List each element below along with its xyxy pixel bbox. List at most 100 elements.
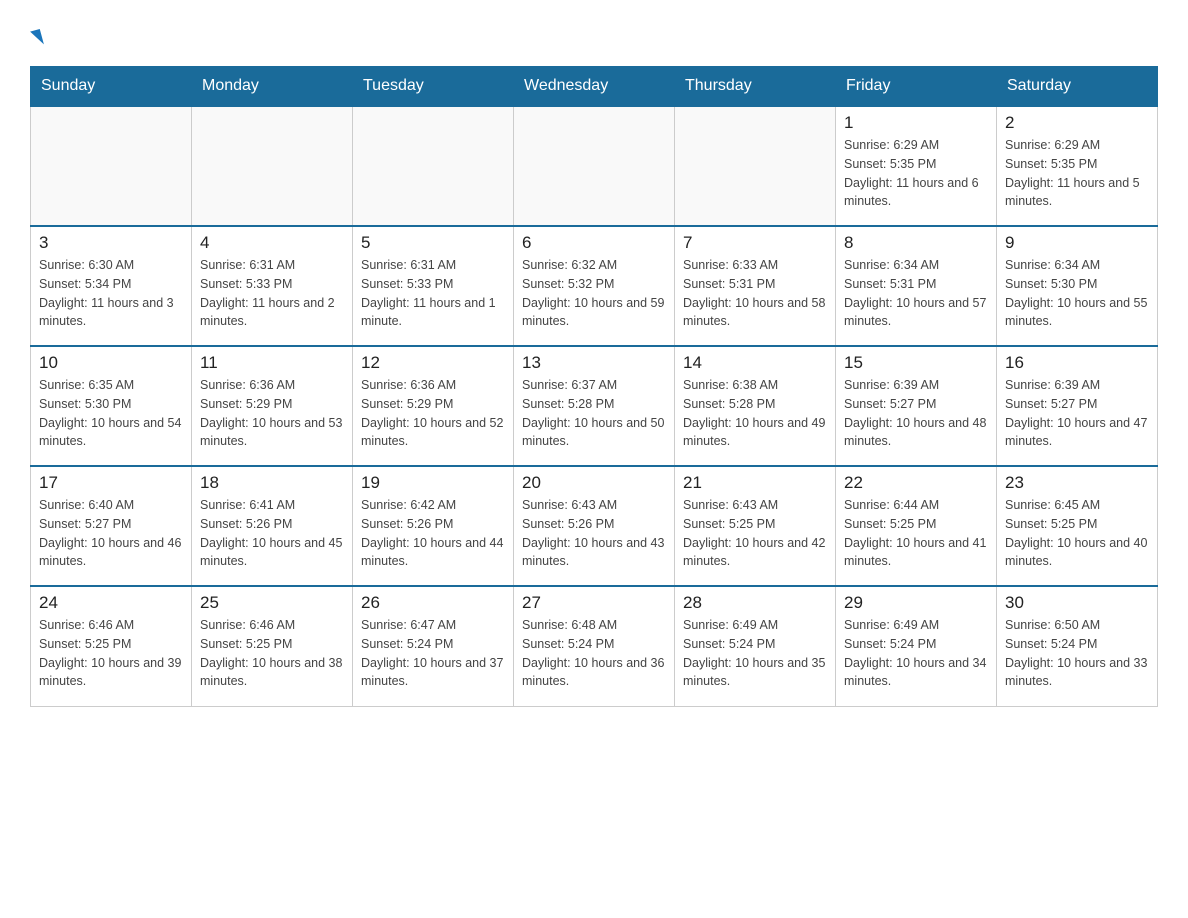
calendar-cell: 21 Sunrise: 6:43 AMSunset: 5:25 PMDayligh…: [675, 466, 836, 586]
calendar-week-row: 3Sunrise: 6:30 AMSunset: 5:34 PMDaylight…: [31, 226, 1158, 346]
day-number: 16: [1005, 353, 1149, 373]
day-number: 11: [200, 353, 344, 373]
day-number: 12: [361, 353, 505, 373]
day-number: 25: [200, 593, 344, 613]
day-number: 22: [844, 473, 988, 493]
calendar-cell: 22Sunrise: 6:44 AMSunset: 5:25 PMDayligh…: [836, 466, 997, 586]
day-number: 26: [361, 593, 505, 613]
calendar-cell: 12 Sunrise: 6:36 AMSunset: 5:29 PMDayligh…: [353, 346, 514, 466]
day-number: 30: [1005, 593, 1149, 613]
day-number: 18: [200, 473, 344, 493]
day-number: 5: [361, 233, 505, 253]
cell-info: Sunrise: 6:39 AMSunset: 5:27 PMDaylight:…: [1005, 376, 1149, 451]
cell-info: Sunrise: 6:32 AMSunset: 5:32 PMDaylight:…: [522, 256, 666, 331]
calendar-cell: 19 Sunrise: 6:42 AMSunset: 5:26 PMDayligh…: [353, 466, 514, 586]
cell-info: Sunrise: 6:38 AMSunset: 5:28 PMDaylight:…: [683, 376, 827, 451]
cell-info: Sunrise: 6:34 AMSunset: 5:31 PMDaylight:…: [844, 256, 988, 331]
day-number: 28: [683, 593, 827, 613]
day-number: 1: [844, 113, 988, 133]
day-number: 20: [522, 473, 666, 493]
calendar-week-row: 10 Sunrise: 6:35 AMSunset: 5:30 PMDayligh…: [31, 346, 1158, 466]
cell-info: Sunrise: 6:49 AMSunset: 5:24 PMDaylight:…: [683, 616, 827, 691]
calendar-cell: 6 Sunrise: 6:32 AMSunset: 5:32 PMDaylight…: [514, 226, 675, 346]
cell-info: Sunrise: 6:35 AMSunset: 5:30 PMDaylight:…: [39, 376, 183, 451]
day-number: 3: [39, 233, 183, 253]
cell-info: Sunrise: 6:39 AMSunset: 5:27 PMDaylight:…: [844, 376, 988, 451]
cell-info: Sunrise: 6:46 AMSunset: 5:25 PMDaylight:…: [39, 616, 183, 691]
day-number: 7: [683, 233, 827, 253]
day-number: 29: [844, 593, 988, 613]
day-number: 4: [200, 233, 344, 253]
day-number: 9: [1005, 233, 1149, 253]
calendar-cell: 14 Sunrise: 6:38 AMSunset: 5:28 PMDayligh…: [675, 346, 836, 466]
calendar-week-row: 1 Sunrise: 6:29 AMSunset: 5:35 PMDaylight…: [31, 106, 1158, 226]
cell-info: Sunrise: 6:36 AMSunset: 5:29 PMDaylight:…: [200, 376, 344, 451]
cell-info: Sunrise: 6:36 AMSunset: 5:29 PMDaylight:…: [361, 376, 505, 451]
day-number: 2: [1005, 113, 1149, 133]
calendar-cell: 30Sunrise: 6:50 AMSunset: 5:24 PMDayligh…: [997, 586, 1158, 706]
day-number: 6: [522, 233, 666, 253]
calendar-cell: 3Sunrise: 6:30 AMSunset: 5:34 PMDaylight…: [31, 226, 192, 346]
calendar-cell: 25 Sunrise: 6:46 AMSunset: 5:25 PMDayligh…: [192, 586, 353, 706]
cell-info: Sunrise: 6:31 AMSunset: 5:33 PMDaylight:…: [361, 256, 505, 331]
calendar-day-header: Thursday: [675, 67, 836, 107]
day-number: 10: [39, 353, 183, 373]
calendar-cell: 1 Sunrise: 6:29 AMSunset: 5:35 PMDaylight…: [836, 106, 997, 226]
cell-info: Sunrise: 6:29 AMSunset: 5:35 PMDaylight:…: [1005, 136, 1149, 211]
cell-info: Sunrise: 6:49 AMSunset: 5:24 PMDaylight:…: [844, 616, 988, 691]
calendar-day-header: Wednesday: [514, 67, 675, 107]
calendar-cell: 17Sunrise: 6:40 AMSunset: 5:27 PMDayligh…: [31, 466, 192, 586]
calendar-day-header: Sunday: [31, 67, 192, 107]
calendar-cell: 23 Sunrise: 6:45 AMSunset: 5:25 PMDayligh…: [997, 466, 1158, 586]
calendar-day-header: Friday: [836, 67, 997, 107]
calendar-cell: [353, 106, 514, 226]
calendar-cell: 13 Sunrise: 6:37 AMSunset: 5:28 PMDayligh…: [514, 346, 675, 466]
calendar-header-row: SundayMondayTuesdayWednesdayThursdayFrid…: [31, 67, 1158, 107]
day-number: 21: [683, 473, 827, 493]
day-number: 14: [683, 353, 827, 373]
cell-info: Sunrise: 6:31 AMSunset: 5:33 PMDaylight:…: [200, 256, 344, 331]
calendar-cell: 9 Sunrise: 6:34 AMSunset: 5:30 PMDaylight…: [997, 226, 1158, 346]
cell-info: Sunrise: 6:43 AMSunset: 5:25 PMDaylight:…: [683, 496, 827, 571]
cell-info: Sunrise: 6:46 AMSunset: 5:25 PMDaylight:…: [200, 616, 344, 691]
calendar-cell: 26 Sunrise: 6:47 AMSunset: 5:24 PMDayligh…: [353, 586, 514, 706]
page-header: [30, 20, 1158, 46]
cell-info: Sunrise: 6:42 AMSunset: 5:26 PMDaylight:…: [361, 496, 505, 571]
calendar-cell: [675, 106, 836, 226]
cell-info: Sunrise: 6:41 AMSunset: 5:26 PMDaylight:…: [200, 496, 344, 571]
calendar-cell: 24 Sunrise: 6:46 AMSunset: 5:25 PMDayligh…: [31, 586, 192, 706]
cell-info: Sunrise: 6:33 AMSunset: 5:31 PMDaylight:…: [683, 256, 827, 331]
calendar-cell: 10 Sunrise: 6:35 AMSunset: 5:30 PMDayligh…: [31, 346, 192, 466]
cell-info: Sunrise: 6:48 AMSunset: 5:24 PMDaylight:…: [522, 616, 666, 691]
calendar-cell: 20 Sunrise: 6:43 AMSunset: 5:26 PMDayligh…: [514, 466, 675, 586]
calendar-cell: [192, 106, 353, 226]
calendar-cell: 15Sunrise: 6:39 AMSunset: 5:27 PMDayligh…: [836, 346, 997, 466]
calendar-cell: 16 Sunrise: 6:39 AMSunset: 5:27 PMDayligh…: [997, 346, 1158, 466]
cell-info: Sunrise: 6:29 AMSunset: 5:35 PMDaylight:…: [844, 136, 988, 211]
calendar-table: SundayMondayTuesdayWednesdayThursdayFrid…: [30, 66, 1158, 707]
day-number: 19: [361, 473, 505, 493]
cell-info: Sunrise: 6:45 AMSunset: 5:25 PMDaylight:…: [1005, 496, 1149, 571]
calendar-cell: [514, 106, 675, 226]
day-number: 8: [844, 233, 988, 253]
calendar-cell: [31, 106, 192, 226]
logo-arrow-icon: [30, 29, 44, 47]
day-number: 17: [39, 473, 183, 493]
calendar-day-header: Monday: [192, 67, 353, 107]
calendar-cell: 11 Sunrise: 6:36 AMSunset: 5:29 PMDayligh…: [192, 346, 353, 466]
cell-info: Sunrise: 6:43 AMSunset: 5:26 PMDaylight:…: [522, 496, 666, 571]
calendar-day-header: Tuesday: [353, 67, 514, 107]
day-number: 24: [39, 593, 183, 613]
logo: [30, 20, 42, 46]
day-number: 13: [522, 353, 666, 373]
calendar-cell: 2 Sunrise: 6:29 AMSunset: 5:35 PMDaylight…: [997, 106, 1158, 226]
calendar-cell: 5 Sunrise: 6:31 AMSunset: 5:33 PMDaylight…: [353, 226, 514, 346]
cell-info: Sunrise: 6:34 AMSunset: 5:30 PMDaylight:…: [1005, 256, 1149, 331]
calendar-cell: 27 Sunrise: 6:48 AMSunset: 5:24 PMDayligh…: [514, 586, 675, 706]
cell-info: Sunrise: 6:37 AMSunset: 5:28 PMDaylight:…: [522, 376, 666, 451]
day-number: 23: [1005, 473, 1149, 493]
calendar-cell: 8 Sunrise: 6:34 AMSunset: 5:31 PMDaylight…: [836, 226, 997, 346]
calendar-cell: 4 Sunrise: 6:31 AMSunset: 5:33 PMDaylight…: [192, 226, 353, 346]
cell-info: Sunrise: 6:47 AMSunset: 5:24 PMDaylight:…: [361, 616, 505, 691]
day-number: 27: [522, 593, 666, 613]
